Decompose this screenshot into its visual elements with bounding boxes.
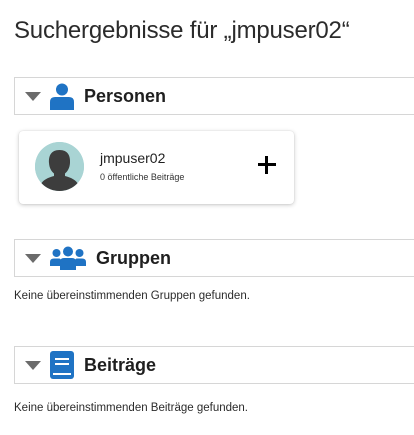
book-icon [50, 351, 74, 379]
section-title-people: Personen [84, 85, 167, 106]
groups-empty-message: Keine übereinstimmenden Gruppen gefunden… [14, 290, 250, 302]
person-name[interactable]: jmpuser02 [100, 150, 165, 166]
person-icon [50, 83, 74, 110]
search-results-page: Suchergebnisse für „jmpuser02“ Personen … [0, 0, 414, 435]
section-title-groups: Gruppen [96, 247, 171, 268]
collapse-caret-icon[interactable] [25, 253, 41, 263]
person-result-card[interactable]: jmpuser02 0 öffentliche Beiträge [19, 131, 294, 204]
section-title-posts: Beiträge [84, 354, 157, 375]
section-header-people[interactable]: Personen [14, 77, 414, 115]
collapse-caret-icon[interactable] [25, 360, 41, 370]
avatar[interactable] [35, 142, 84, 191]
posts-empty-message: Keine übereinstimmenden Beiträge gefunde… [14, 402, 248, 414]
section-header-groups[interactable]: Gruppen [14, 239, 414, 277]
section-header-posts[interactable]: Beiträge [14, 346, 414, 384]
collapse-caret-icon[interactable] [25, 91, 41, 101]
group-icon [50, 246, 86, 270]
person-post-count: 0 öffentliche Beiträge [100, 172, 185, 182]
plus-icon[interactable] [255, 153, 279, 177]
page-title: Suchergebnisse für „jmpuser02“ [14, 17, 350, 44]
